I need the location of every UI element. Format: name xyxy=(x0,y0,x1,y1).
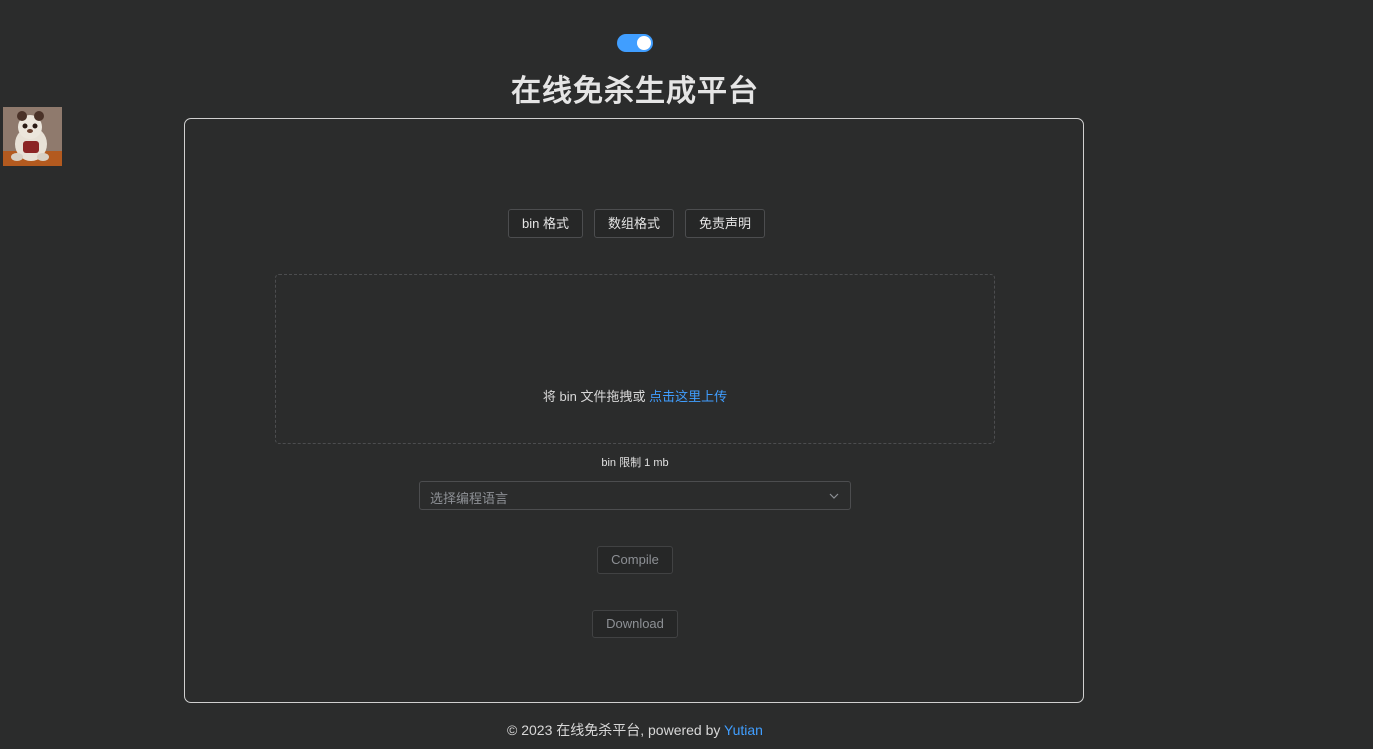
tab-disclaimer[interactable]: 免责声明 xyxy=(684,209,765,238)
avatar-image xyxy=(3,107,62,166)
footer: © 2023 在线免杀平台, powered by Yutian xyxy=(0,720,1270,740)
upload-text: 将 bin 文件拖拽或 点击这里上传 xyxy=(276,386,994,405)
toggle-knob xyxy=(637,36,651,50)
theme-toggle[interactable] xyxy=(617,34,653,52)
language-select[interactable]: 选择编程语言 xyxy=(419,481,851,510)
tab-bin-format[interactable]: bin 格式 xyxy=(508,209,583,238)
upload-dropzone[interactable]: 将 bin 文件拖拽或 点击这里上传 xyxy=(275,274,995,444)
upload-size-tip: bin 限制 1 mb xyxy=(601,457,669,469)
page-title: 在线免杀生成平台 xyxy=(511,75,759,108)
tab-array-format[interactable]: 数组格式 xyxy=(593,209,674,238)
upload-link[interactable]: 点击这里上传 xyxy=(649,389,727,404)
download-button[interactable]: Download xyxy=(592,610,678,638)
format-tabs: bin 格式 数组格式 免责声明 xyxy=(508,209,765,238)
footer-author-link[interactable]: Yutian xyxy=(724,722,763,738)
language-select-placeholder: 选择编程语言 xyxy=(430,491,509,506)
upload-prompt: 将 bin 文件拖拽或 xyxy=(542,389,650,404)
chevron-down-icon xyxy=(829,493,839,499)
compile-button[interactable]: Compile xyxy=(597,546,673,574)
avatar[interactable] xyxy=(3,107,62,166)
footer-text: © 2023 在线免杀平台, powered by xyxy=(507,722,725,738)
